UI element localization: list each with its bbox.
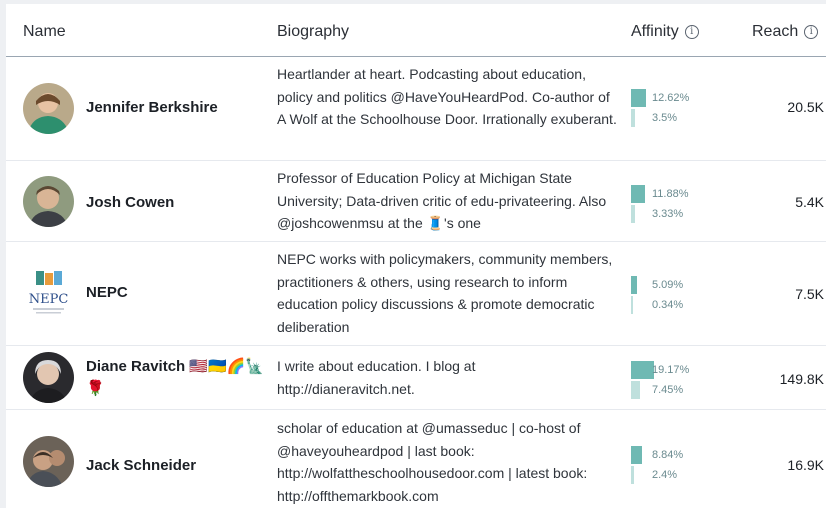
affinity-secondary-bar: [631, 109, 636, 127]
biography: scholar of education at @umasseduc | co-…: [277, 420, 588, 504]
table-header: Name Biography Affinity i Reach i: [6, 4, 826, 57]
avatar[interactable]: [23, 436, 74, 487]
avatar[interactable]: NEPC: [23, 268, 74, 319]
affinity-primary-value: 11.88%: [652, 188, 689, 200]
biography: NEPC works with policymakers, community …: [277, 251, 613, 335]
affinity-secondary-value: 3.5%: [652, 112, 678, 124]
column-header-affinity[interactable]: Affinity i: [631, 23, 699, 41]
influencer-table: Name Biography Affinity i Reach i Jennif…: [6, 4, 826, 508]
affinity-primary-value: 8.84%: [652, 449, 684, 461]
reach-value: 149.8K: [779, 371, 824, 387]
avatar-photo-icon: [23, 176, 74, 227]
reach-value: 20.5K: [787, 99, 824, 115]
table-row[interactable]: Jennifer Berkshire Heartlander at heart.…: [6, 57, 826, 161]
affinity-primary-value: 5.09%: [652, 279, 684, 291]
influencer-name[interactable]: NEPC: [86, 282, 266, 304]
affinity-primary-value: 12.62%: [652, 92, 690, 104]
affinity-primary-bar: [631, 361, 654, 379]
affinity-secondary-value: 7.45%: [652, 384, 684, 396]
affinity-info-icon[interactable]: i: [684, 25, 699, 39]
reach-value: 16.9K: [787, 457, 824, 473]
avatar-photo-icon: [23, 83, 74, 134]
affinity-secondary-bar: [631, 296, 633, 314]
column-header-biography[interactable]: Biography: [277, 23, 349, 41]
reach-value: 5.4K: [795, 194, 824, 210]
avatar[interactable]: [23, 352, 74, 403]
affinity-primary-bar: [631, 276, 638, 294]
column-header-reach[interactable]: Reach i: [752, 23, 819, 41]
reach-info-icon[interactable]: i: [804, 25, 819, 39]
nepc-logo-icon: NEPC: [23, 268, 74, 319]
table-row[interactable]: NEPC NEPC NEPC works with policymakers, …: [6, 242, 826, 346]
biography: Heartlander at heart. Podcasting about e…: [277, 66, 617, 127]
affinity-primary-bar: [631, 89, 647, 107]
table-row[interactable]: Jack Schneider scholar of education at @…: [6, 410, 826, 508]
biography: I write about education. I blog at http:…: [277, 358, 476, 397]
column-header-name[interactable]: Name: [23, 23, 66, 41]
reach-value: 7.5K: [795, 286, 824, 302]
avatar-photo-icon: [23, 436, 74, 487]
affinity-primary-bar: [631, 446, 642, 464]
affinity-secondary-value: 3.33%: [652, 208, 684, 220]
affinity-secondary-bar: [631, 466, 634, 484]
influencer-name[interactable]: Jennifer Berkshire: [86, 97, 266, 119]
affinity-secondary-bar: [631, 205, 635, 223]
biography: Professor of Education Policy at Michiga…: [277, 170, 607, 231]
svg-text:NEPC: NEPC: [29, 292, 69, 307]
affinity-primary-value: 19.17%: [652, 364, 690, 376]
affinity-secondary-value: 2.4%: [652, 469, 678, 481]
influencer-name[interactable]: Jack Schneider: [86, 455, 266, 477]
affinity-primary-bar: [631, 185, 646, 203]
avatar[interactable]: [23, 176, 74, 227]
affinity-secondary-value: 0.34%: [652, 299, 684, 311]
avatar-photo-icon: [23, 352, 74, 403]
affinity-secondary-bar: [631, 381, 640, 399]
table-row[interactable]: Josh Cowen Professor of Education Policy…: [6, 161, 826, 242]
influencer-name[interactable]: Josh Cowen: [86, 192, 266, 214]
influencer-name[interactable]: Diane Ravitch 🇺🇸🇺🇦🌈🗽 🌹: [86, 356, 266, 400]
table-row[interactable]: Diane Ravitch 🇺🇸🇺🇦🌈🗽 🌹 I write about edu…: [6, 346, 826, 410]
avatar[interactable]: [23, 83, 74, 134]
